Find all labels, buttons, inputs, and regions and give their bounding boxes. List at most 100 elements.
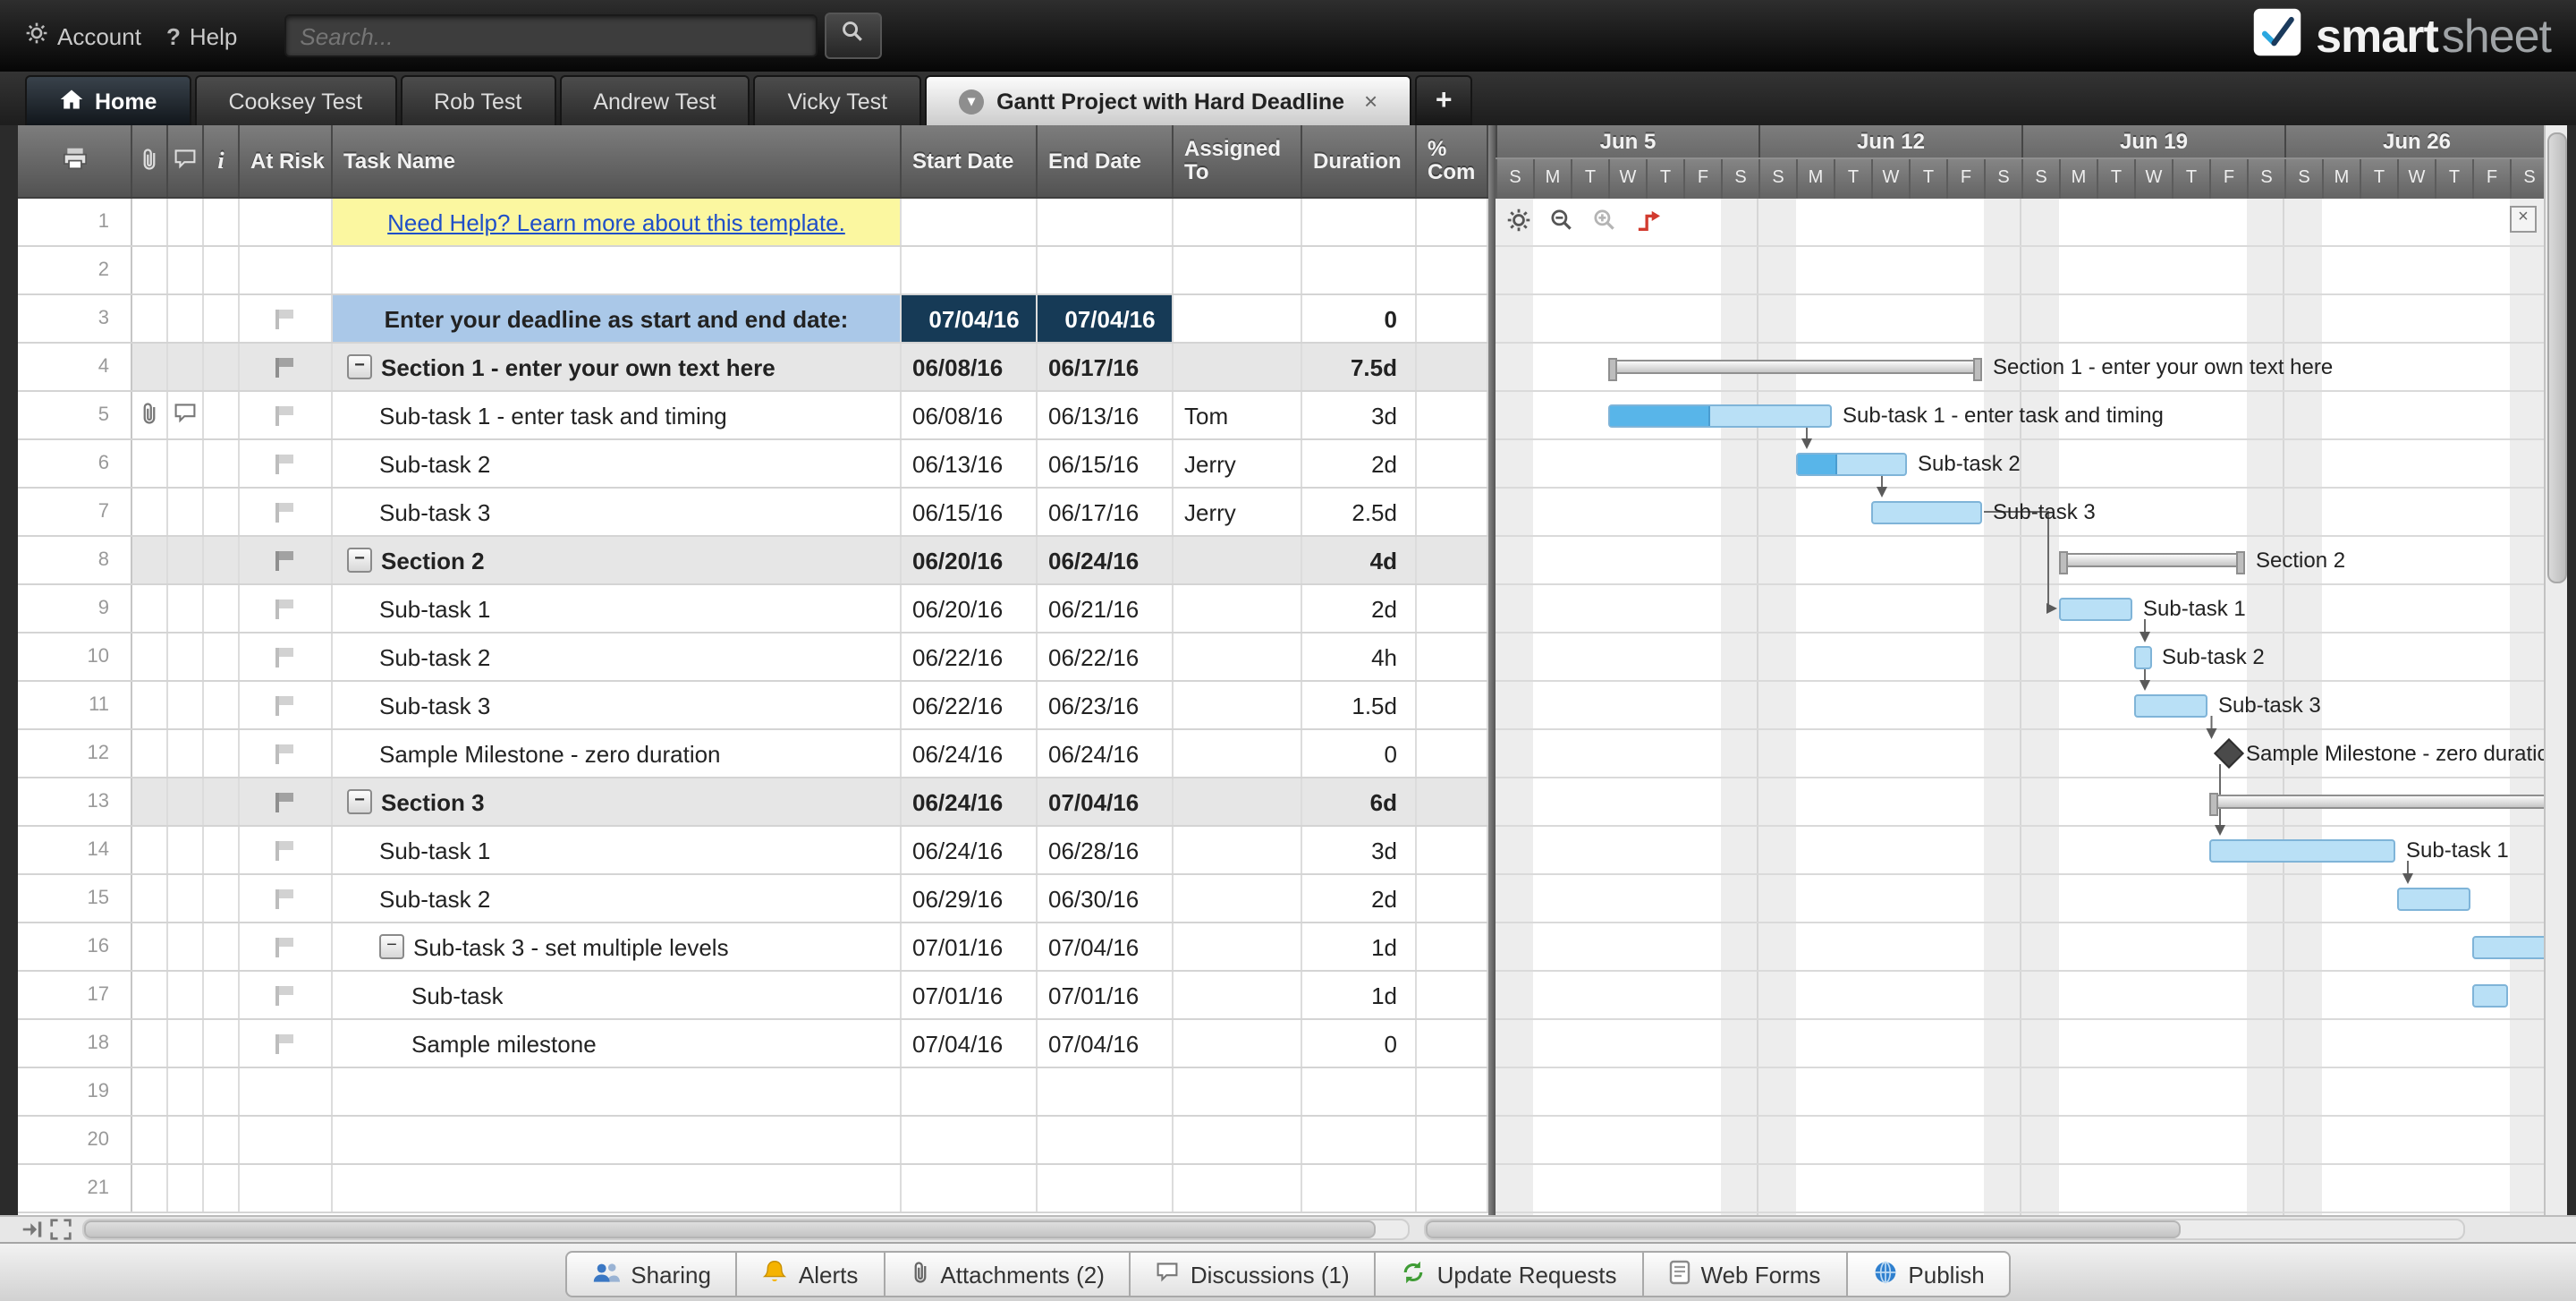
account-menu[interactable]: Account: [25, 21, 141, 50]
end-date-cell[interactable]: [1038, 247, 1174, 293]
task-name-cell[interactable]: Enter your deadline as start and end dat…: [333, 295, 902, 342]
comment-cell[interactable]: [168, 1068, 204, 1115]
at-risk-cell[interactable]: [240, 537, 333, 583]
end-date-cell[interactable]: 07/04/16: [1038, 295, 1174, 342]
comment-cell[interactable]: [168, 682, 204, 728]
at-risk-cell[interactable]: [240, 778, 333, 825]
flag-icon[interactable]: [275, 840, 296, 860]
end-date-cell[interactable]: 06/23/16: [1038, 682, 1174, 728]
comment-cell[interactable]: [168, 633, 204, 680]
at-risk-cell[interactable]: [240, 247, 333, 293]
task-name-cell[interactable]: − Section 1 - enter your own text here: [333, 344, 902, 390]
duration-cell[interactable]: [1302, 1068, 1417, 1115]
footer-button-alerts[interactable]: Alerts: [735, 1251, 886, 1297]
attachment-cell[interactable]: [132, 778, 168, 825]
collapse-toggle[interactable]: −: [379, 934, 404, 959]
gantt-summary-bar[interactable]: [1608, 358, 1982, 381]
comment-cell[interactable]: [168, 1020, 204, 1067]
template-help-link[interactable]: Need Help? Learn more about this templat…: [387, 208, 845, 235]
tab-andrew-test[interactable]: Andrew Test: [559, 75, 750, 125]
gantt-summary-bar[interactable]: [2059, 551, 2245, 574]
attachment-cell[interactable]: [132, 875, 168, 922]
assigned-to-cell[interactable]: [1174, 295, 1302, 342]
start-date-cell[interactable]: 06/13/16: [902, 440, 1038, 487]
row-number[interactable]: 21: [18, 1165, 132, 1212]
assigned-to-cell[interactable]: [1174, 923, 1302, 970]
tab-active-sheet[interactable]: ▾ Gantt Project with Hard Deadline ×: [925, 75, 1412, 125]
info-cell[interactable]: [204, 489, 240, 535]
duration-cell[interactable]: [1302, 1117, 1417, 1163]
percent-complete-cell[interactable]: [1417, 537, 1488, 583]
percent-complete-cell[interactable]: [1417, 440, 1488, 487]
attachment-cell[interactable]: [132, 1165, 168, 1212]
info-cell[interactable]: [204, 778, 240, 825]
percent-complete-cell[interactable]: [1417, 875, 1488, 922]
end-date-cell[interactable]: 06/15/16: [1038, 440, 1174, 487]
assigned-to-cell[interactable]: [1174, 633, 1302, 680]
start-date-cell[interactable]: [902, 1165, 1038, 1212]
row-number[interactable]: 12: [18, 730, 132, 777]
search-button[interactable]: [824, 13, 882, 59]
column-header-start-date[interactable]: Start Date: [902, 125, 1038, 197]
assigned-to-cell[interactable]: [1174, 585, 1302, 632]
row-number[interactable]: 5: [18, 392, 132, 438]
start-date-cell[interactable]: 07/01/16: [902, 923, 1038, 970]
end-date-cell[interactable]: 06/22/16: [1038, 633, 1174, 680]
at-risk-cell[interactable]: [240, 585, 333, 632]
row-number[interactable]: 11: [18, 682, 132, 728]
at-risk-cell[interactable]: [240, 440, 333, 487]
attachment-cell[interactable]: [132, 1020, 168, 1067]
duration-cell[interactable]: 3d: [1302, 392, 1417, 438]
assigned-to-cell[interactable]: [1174, 344, 1302, 390]
info-cell[interactable]: [204, 1020, 240, 1067]
percent-complete-cell[interactable]: [1417, 682, 1488, 728]
percent-complete-cell[interactable]: [1417, 344, 1488, 390]
info-cell[interactable]: [204, 1117, 240, 1163]
end-date-cell[interactable]: 06/24/16: [1038, 730, 1174, 777]
end-date-cell[interactable]: 06/24/16: [1038, 537, 1174, 583]
start-date-cell[interactable]: 06/29/16: [902, 875, 1038, 922]
start-date-cell[interactable]: 06/15/16: [902, 489, 1038, 535]
row-number[interactable]: 15: [18, 875, 132, 922]
start-date-cell[interactable]: 07/04/16: [902, 1020, 1038, 1067]
collapse-toggle[interactable]: −: [347, 548, 372, 573]
duration-cell[interactable]: 0: [1302, 1020, 1417, 1067]
zoom-out-icon[interactable]: [1547, 206, 1576, 234]
duration-cell[interactable]: 2d: [1302, 585, 1417, 632]
task-name-cell[interactable]: Sub-task 1: [333, 585, 902, 632]
assigned-to-cell[interactable]: [1174, 875, 1302, 922]
flag-icon[interactable]: [275, 309, 296, 328]
start-date-cell[interactable]: 06/22/16: [902, 633, 1038, 680]
start-date-cell[interactable]: 06/08/16: [902, 392, 1038, 438]
task-name-cell[interactable]: Sub-task 1: [333, 827, 902, 873]
task-name-cell[interactable]: [333, 1165, 902, 1212]
assigned-to-cell[interactable]: [1174, 199, 1302, 245]
percent-complete-cell[interactable]: [1417, 199, 1488, 245]
at-risk-cell[interactable]: [240, 633, 333, 680]
row-number[interactable]: 4: [18, 344, 132, 390]
task-name-cell[interactable]: Need Help? Learn more about this templat…: [333, 199, 902, 245]
gantt-task-bar[interactable]: [1871, 501, 1982, 524]
end-date-cell[interactable]: [1038, 1068, 1174, 1115]
percent-complete-cell[interactable]: [1417, 923, 1488, 970]
attachment-cell[interactable]: [132, 923, 168, 970]
flag-icon[interactable]: [275, 1033, 296, 1053]
comment-cell[interactable]: [168, 1165, 204, 1212]
comment-cell[interactable]: [168, 585, 204, 632]
info-cell[interactable]: [204, 1068, 240, 1115]
duration-cell[interactable]: 1d: [1302, 923, 1417, 970]
column-header-assigned-to[interactable]: Assigned To: [1174, 125, 1302, 197]
percent-complete-cell[interactable]: [1417, 489, 1488, 535]
attachment-cell[interactable]: [132, 295, 168, 342]
comment-cell[interactable]: [168, 923, 204, 970]
start-date-cell[interactable]: [902, 1068, 1038, 1115]
at-risk-cell[interactable]: [240, 1020, 333, 1067]
attachment-cell[interactable]: [132, 247, 168, 293]
column-header-duration[interactable]: Duration: [1302, 125, 1417, 197]
info-cell[interactable]: [204, 633, 240, 680]
attachment-cell[interactable]: [132, 392, 168, 438]
info-cell[interactable]: [204, 199, 240, 245]
vertical-scrollbar-thumb[interactable]: [2547, 132, 2567, 583]
task-name-cell[interactable]: [333, 1068, 902, 1115]
end-date-cell[interactable]: [1038, 1117, 1174, 1163]
